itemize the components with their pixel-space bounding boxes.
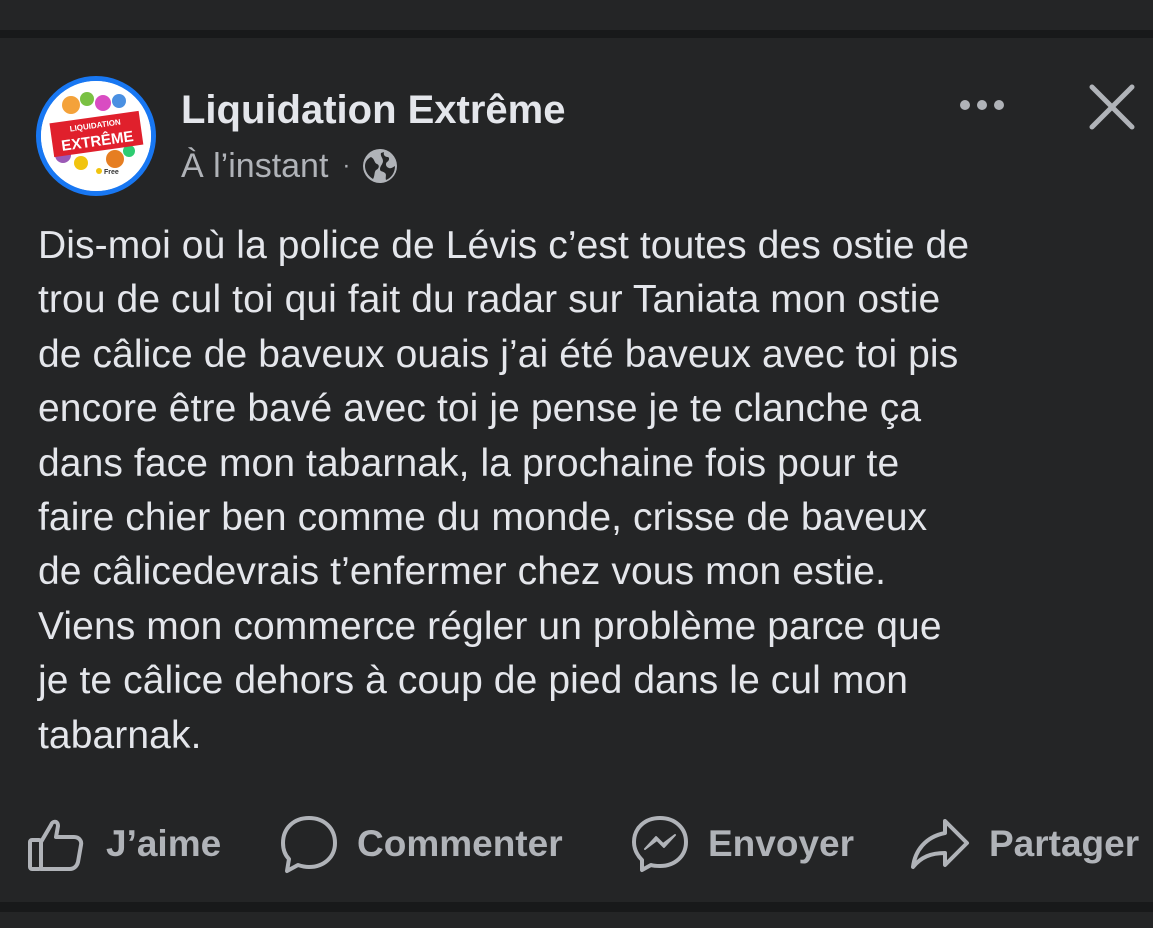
like-label: J’aime: [106, 823, 222, 864]
next-post-edge: [0, 912, 1153, 928]
share-label: Partager: [989, 823, 1140, 864]
post-body-text: Dis-moi où la police de Lévis c’est tout…: [38, 219, 1148, 763]
comment-button[interactable]: Commenter: [279, 808, 563, 880]
post-text-line: encore être bavé avec toi je pense je te…: [38, 387, 922, 431]
comment-label: Commenter: [357, 823, 563, 864]
like-button[interactable]: J’aime: [26, 808, 221, 880]
post-timestamp[interactable]: À l’instant: [181, 147, 328, 186]
more-dots-icon: [960, 100, 970, 110]
thumbs-up-icon: [28, 819, 84, 871]
close-icon: [1089, 84, 1135, 130]
previous-post-edge: [0, 0, 1153, 30]
close-button[interactable]: [1086, 81, 1138, 133]
post-text-line: Viens mon commerce régler un problème pa…: [38, 604, 942, 648]
page-name-link[interactable]: Liquidation Extrême: [181, 88, 566, 133]
send-label: Envoyer: [708, 823, 855, 864]
send-button[interactable]: Envoyer: [630, 808, 854, 880]
globe-icon[interactable]: [362, 148, 398, 184]
post-text-line: Dis-moi où la police de Lévis c’est tout…: [38, 224, 970, 267]
messenger-icon: [632, 816, 688, 872]
page-avatar[interactable]: LIQUIDATION EXTRÊME Free: [36, 76, 156, 196]
post-text-line: trou de cul toi qui fait du radar sur Ta…: [38, 278, 941, 322]
post-text-line: dans face mon tabarnak, la prochaine foi…: [38, 441, 900, 485]
svg-text:Free: Free: [104, 169, 119, 176]
feed-divider: [0, 30, 1153, 38]
liquidation-extreme-logo: LIQUIDATION EXTRÊME Free: [41, 81, 151, 191]
post-action-bar: J’aime Commenter Envoyer Partager: [0, 808, 1153, 880]
comment-bubble-icon: [281, 816, 337, 873]
post-text-line: faire chier ben comme du monde, crisse d…: [38, 496, 928, 540]
post-text-line: de câlice de baveux ouais j’ai été baveu…: [38, 332, 959, 376]
more-options-button[interactable]: [952, 88, 1012, 122]
post-text-line: je te câlice dehors à coup de pied dans …: [38, 659, 909, 703]
share-button[interactable]: Partager: [909, 808, 1139, 880]
post-text-line: tabarnak.: [38, 713, 202, 757]
share-arrow-icon: [911, 819, 969, 869]
post-meta: À l’instant ·: [181, 146, 398, 186]
meta-separator: ·: [342, 152, 351, 179]
feed-divider: [0, 902, 1153, 912]
post-text-line: de câlicedevrais t’enfermer chez vous mo…: [38, 550, 887, 594]
